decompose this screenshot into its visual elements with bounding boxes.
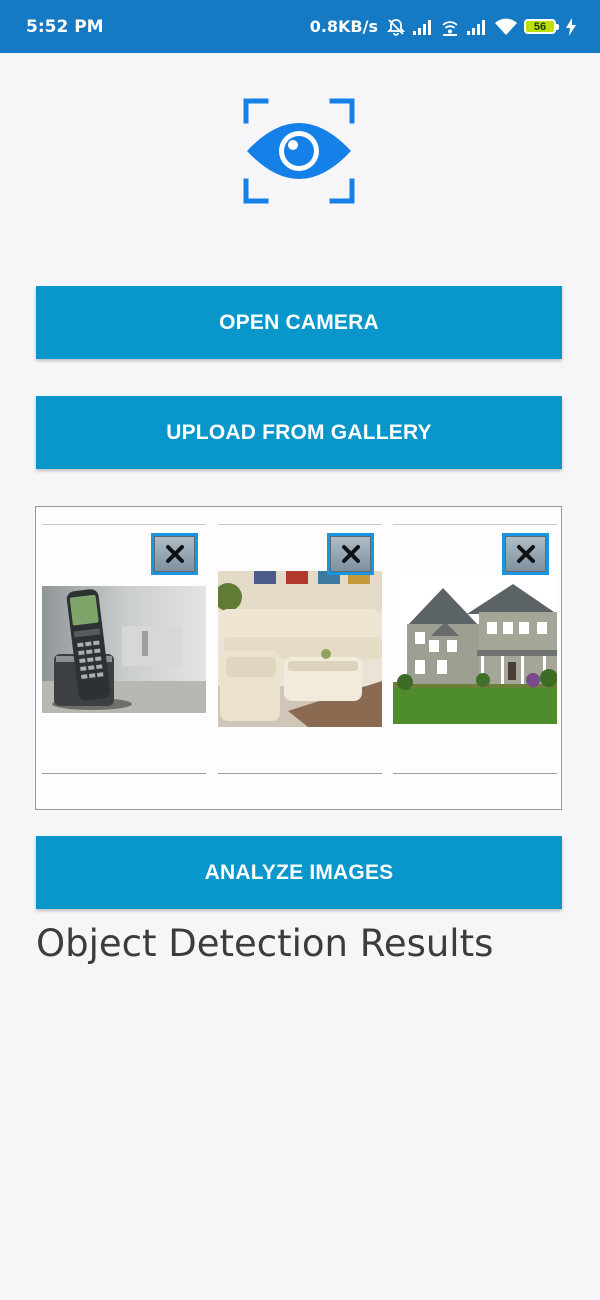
card-divider [393, 773, 557, 774]
network-speed: 0.8KB/s [309, 17, 378, 36]
results-title: Object Detection Results [36, 922, 494, 965]
image-card-2 [218, 524, 382, 774]
cordless-phone-image [42, 586, 206, 713]
card-divider [393, 524, 557, 525]
remove-image-button-1[interactable] [151, 533, 198, 575]
charging-bolt-icon [566, 17, 576, 36]
signal-icon-2 [466, 18, 488, 36]
close-icon [154, 536, 195, 572]
battery-level: 56 [533, 20, 547, 33]
card-divider [42, 524, 206, 525]
eye-scan-icon [242, 97, 356, 205]
wifi-icon [494, 18, 518, 36]
selected-images-gallery[interactable] [35, 506, 562, 810]
signal-icon [412, 18, 434, 36]
image-card-3 [393, 524, 557, 774]
battery-icon: 56 [524, 19, 559, 34]
remove-image-button-2[interactable] [327, 533, 374, 575]
wifi-hotspot-icon [440, 17, 460, 37]
mute-bell-icon [386, 17, 406, 37]
close-icon [330, 536, 371, 572]
remove-image-button-3[interactable] [502, 533, 549, 575]
card-divider [42, 773, 206, 774]
card-divider [218, 773, 382, 774]
upload-gallery-button[interactable]: UPLOAD FROM GALLERY [36, 396, 562, 469]
card-divider [218, 524, 382, 525]
status-bar: 5:52 PM 0.8KB/s 56 [0, 0, 600, 53]
analyze-images-button[interactable]: ANALYZE IMAGES [36, 836, 562, 909]
living-room-sofa-image [218, 571, 382, 727]
image-card-1 [42, 524, 206, 774]
status-icons: 0.8KB/s 56 [310, 17, 576, 37]
house-exterior-image [393, 574, 557, 724]
status-time: 5:52 PM [26, 16, 104, 37]
open-camera-button[interactable]: OPEN CAMERA [36, 286, 562, 359]
close-icon [505, 536, 546, 572]
